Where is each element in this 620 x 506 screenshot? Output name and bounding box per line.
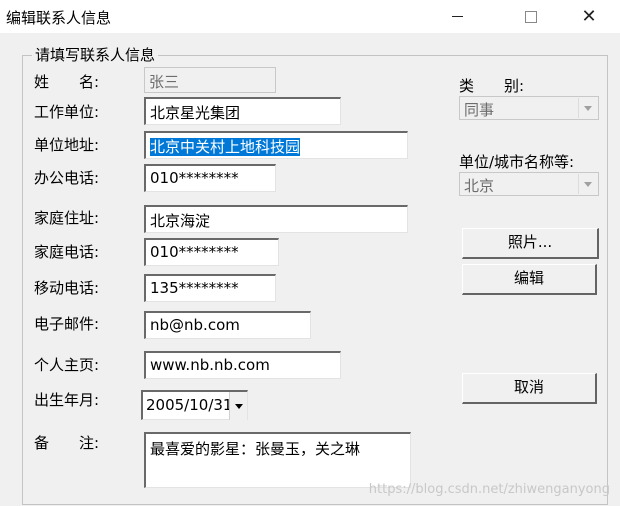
category-label: 类 别: bbox=[459, 77, 525, 95]
office-phone-field[interactable]: 010******** bbox=[144, 164, 276, 192]
company-label: 工作单位: bbox=[34, 103, 100, 121]
minimize-icon bbox=[451, 16, 463, 17]
home-address-field[interactable]: 北京海淀 bbox=[144, 205, 408, 233]
category-select[interactable]: 同事 bbox=[459, 96, 599, 120]
org-city-value: 北京 bbox=[464, 177, 495, 195]
homepage-field[interactable]: www.nb.nb.com bbox=[144, 351, 341, 379]
company-address-field[interactable]: 北京中关村上地科技园 bbox=[144, 131, 408, 159]
mobile-label: 移动电话: bbox=[34, 279, 100, 297]
minimize-button[interactable] bbox=[434, 0, 480, 33]
close-button[interactable]: ✕ bbox=[566, 0, 612, 33]
edit-button[interactable]: 编辑 bbox=[462, 264, 597, 295]
photo-button[interactable]: 照片... bbox=[462, 228, 599, 259]
chevron-down-icon bbox=[584, 181, 592, 187]
home-phone-label: 家庭电话: bbox=[34, 243, 100, 261]
watermark: https://blog.csdn.net/zhiwenganyong bbox=[368, 482, 610, 497]
org-city-dropdown-button[interactable] bbox=[578, 174, 597, 194]
home-phone-field[interactable]: 010******** bbox=[144, 238, 279, 266]
category-value: 同事 bbox=[464, 101, 495, 119]
name-field[interactable]: 张三 bbox=[144, 67, 276, 93]
birth-date-value: 2005/10/31 bbox=[146, 396, 233, 414]
org-city-select[interactable]: 北京 bbox=[459, 172, 599, 196]
groupbox-legend: 请填写联系人信息 bbox=[32, 44, 159, 65]
notes-textarea[interactable]: 最喜爱的影星：张曼玉，关之琳 bbox=[144, 432, 411, 488]
name-label: 姓 名: bbox=[34, 73, 100, 91]
office-phone-label: 办公电话: bbox=[34, 169, 100, 187]
company-field[interactable]: 北京星光集团 bbox=[144, 97, 341, 125]
birth-date-picker[interactable]: 2005/10/31 bbox=[141, 390, 248, 420]
close-icon: ✕ bbox=[581, 5, 597, 27]
home-address-label: 家庭住址: bbox=[34, 209, 100, 227]
chevron-down-icon bbox=[234, 403, 243, 409]
maximize-button[interactable] bbox=[508, 0, 554, 33]
mobile-field[interactable]: 135******** bbox=[144, 274, 276, 302]
category-dropdown-button[interactable] bbox=[578, 98, 597, 118]
maximize-icon bbox=[525, 10, 537, 23]
window-title: 编辑联系人信息 bbox=[6, 9, 112, 27]
title-bar: 编辑联系人信息 ✕ bbox=[0, 0, 620, 33]
date-dropdown-button[interactable] bbox=[229, 392, 247, 420]
cancel-button[interactable]: 取消 bbox=[462, 373, 597, 404]
email-field[interactable]: nb@nb.com bbox=[144, 311, 311, 339]
notes-label: 备 注: bbox=[34, 434, 100, 452]
company-address-selected-text: 北京中关村上地科技园 bbox=[150, 138, 301, 156]
homepage-label: 个人主页: bbox=[34, 356, 100, 374]
birth-label: 出生年月: bbox=[34, 391, 100, 409]
email-label: 电子邮件: bbox=[34, 315, 100, 333]
company-address-label: 单位地址: bbox=[34, 136, 100, 154]
chevron-down-icon bbox=[584, 105, 592, 111]
org-city-label: 单位/城市名称等: bbox=[459, 153, 575, 171]
